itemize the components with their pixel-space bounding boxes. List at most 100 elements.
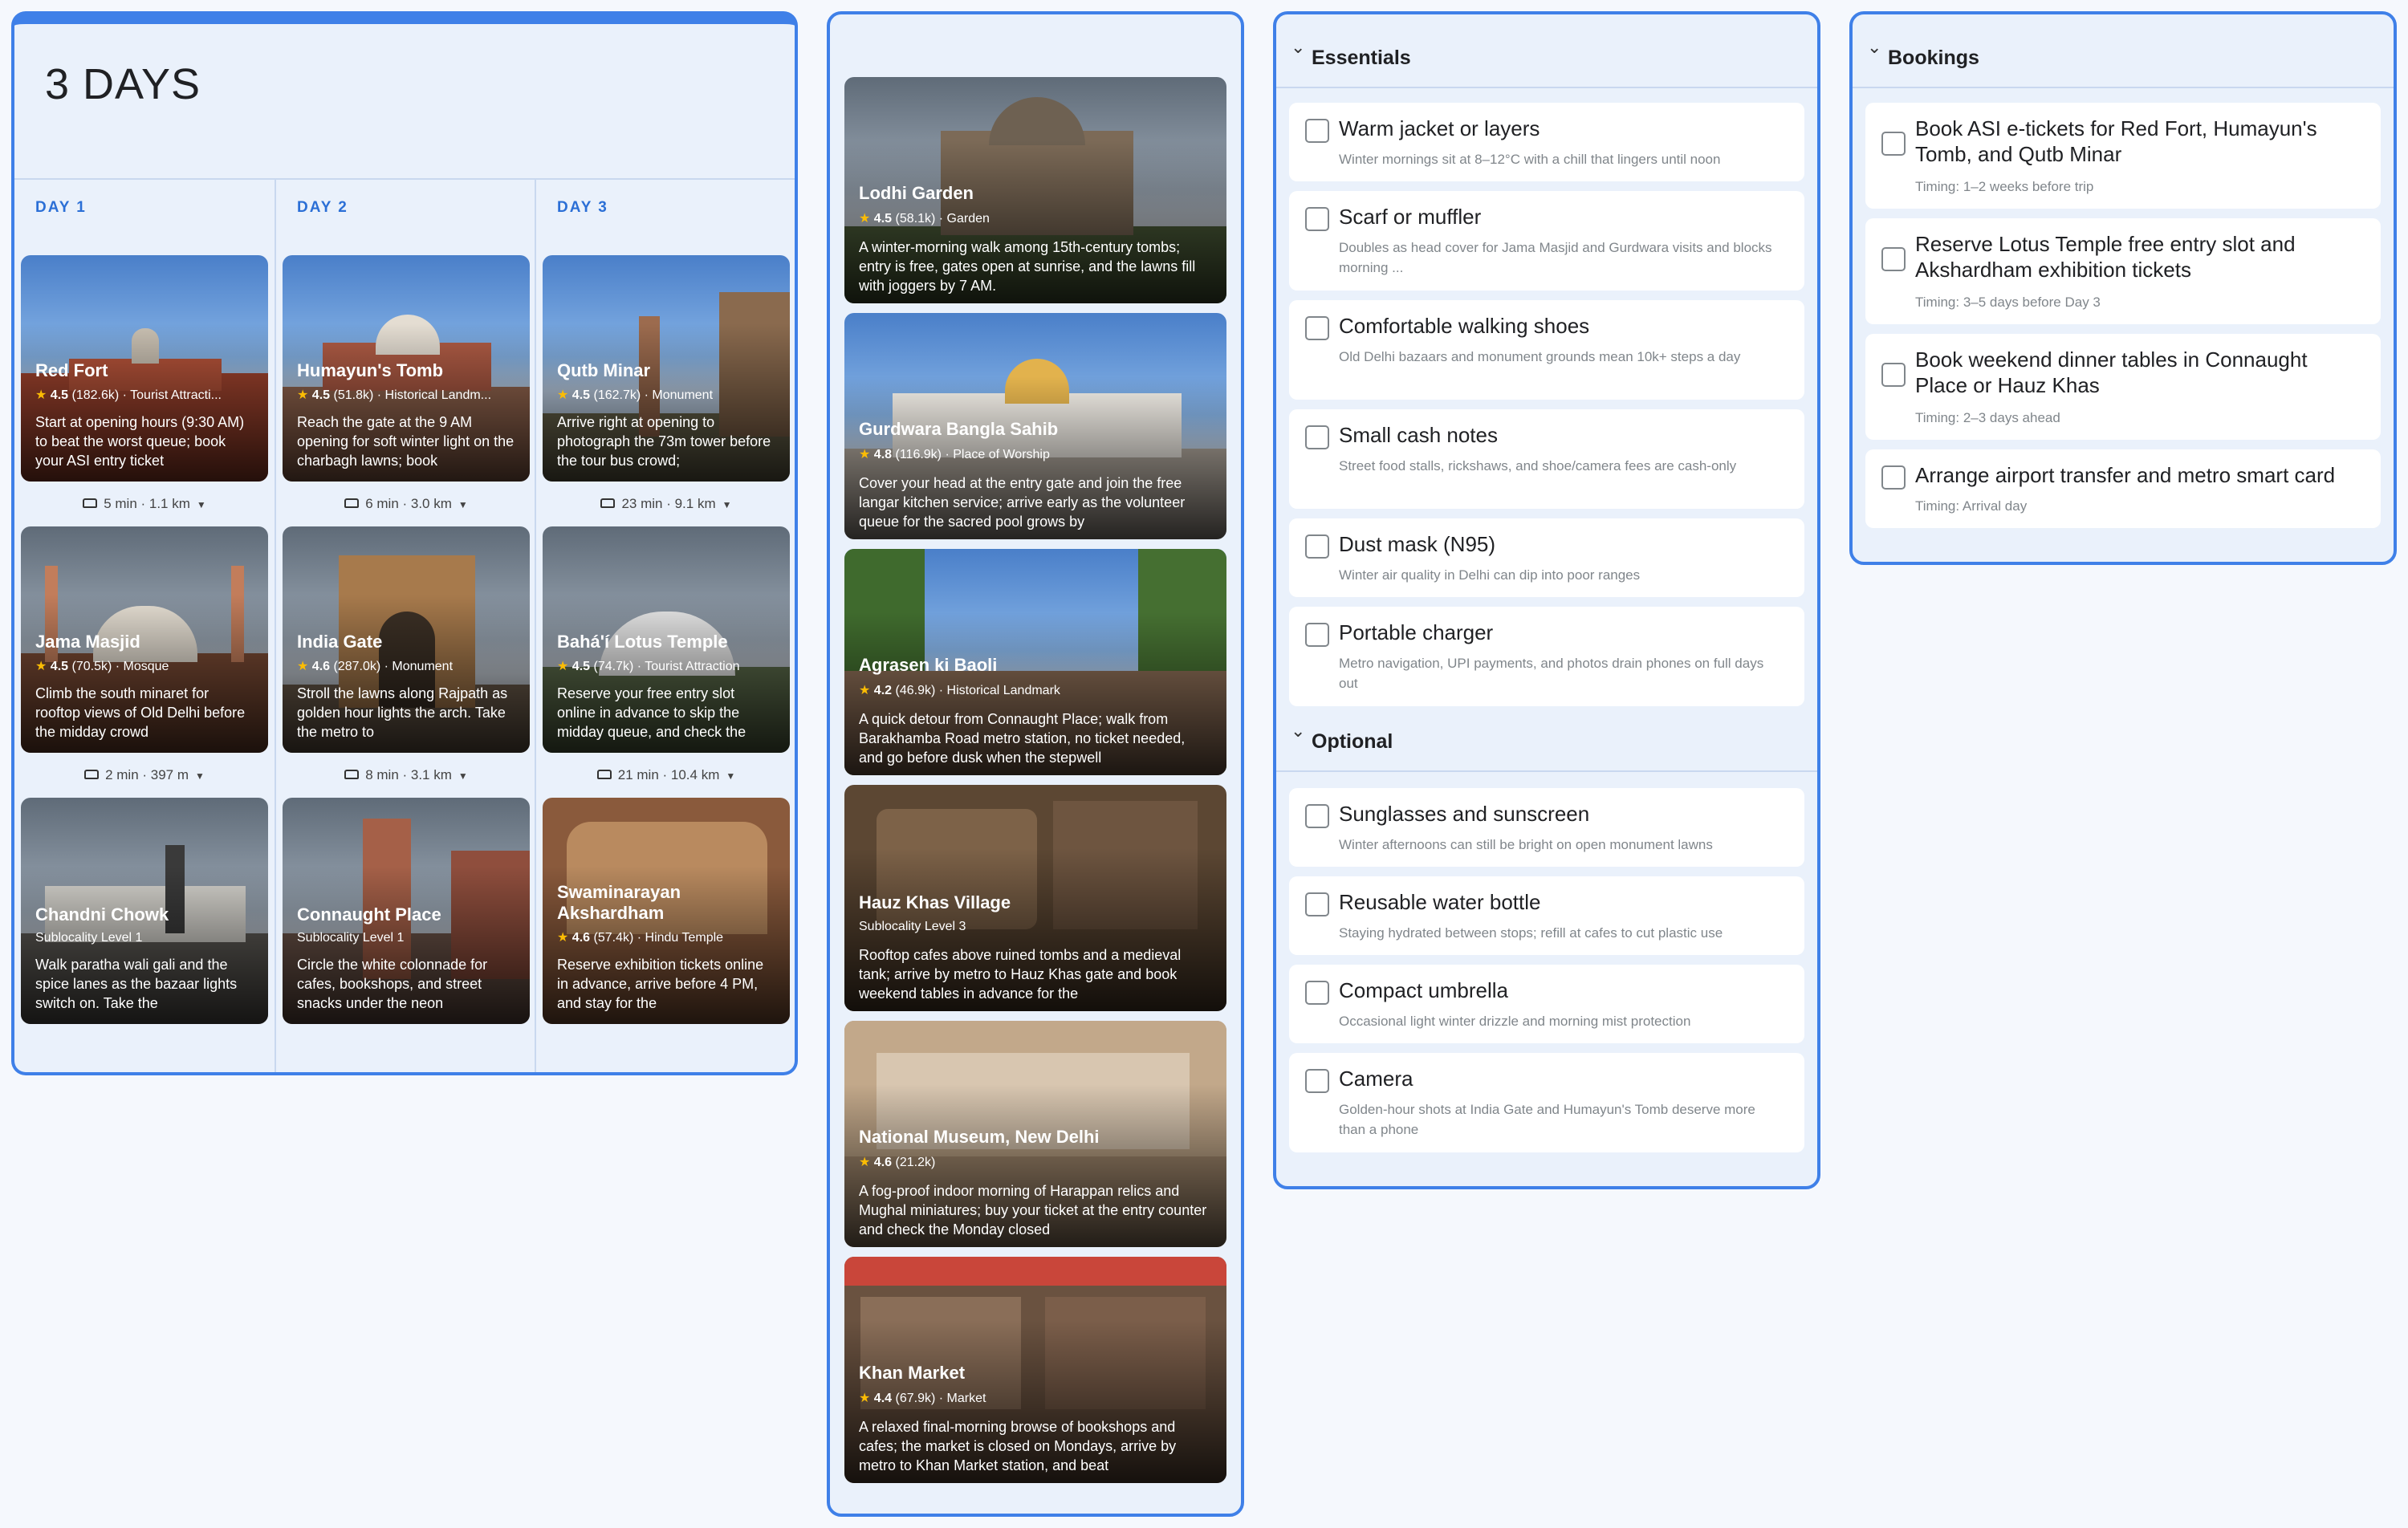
car-icon bbox=[344, 498, 360, 508]
booking-item[interactable]: Book weekend dinner tables in Connaught … bbox=[1865, 334, 2381, 440]
place-description: Stroll the lawns along Rajpath as golden… bbox=[297, 685, 508, 740]
checkbox-icon[interactable] bbox=[1305, 316, 1329, 340]
place-description: Reserve exhibition tickets online in adv… bbox=[557, 957, 764, 1011]
place-meta: ★ 4.6 (21.2k) bbox=[859, 1156, 936, 1169]
place-name: Qutb Minar bbox=[557, 360, 651, 380]
checklist-item[interactable]: Reusable water bottle Staying hydrated b… bbox=[1289, 876, 1804, 955]
place-description: Cover your head at the entry gate and jo… bbox=[859, 475, 1186, 530]
star-icon: ★ bbox=[35, 660, 47, 673]
place-meta: ★ 4.5 (162.7k) · Monument bbox=[557, 388, 714, 402]
booking-item[interactable]: Arrange airport transfer and metro smart… bbox=[1865, 449, 2381, 528]
place-meta: ★ 4.2 (46.9k) · Historical Landmark bbox=[859, 684, 1060, 697]
checkbox-icon[interactable] bbox=[1305, 207, 1329, 231]
travel-time[interactable]: 21 min · 10.4 km ▼ bbox=[536, 767, 795, 783]
section-header-essentials[interactable]: ⌄ Essentials bbox=[1276, 14, 1817, 88]
place-name: Gurdwara Bangla Sahib bbox=[859, 419, 1059, 439]
place-card-red-fort[interactable]: Red Fort ★ 4.5 (182.6k) · Tourist Attrac… bbox=[21, 255, 268, 482]
travel-time[interactable]: 6 min · 3.0 km ▼ bbox=[276, 496, 536, 512]
place-meta: ★ 4.5 (74.7k) · Tourist Attraction bbox=[557, 660, 740, 673]
section-header-bookings[interactable]: ⌄ Bookings bbox=[1853, 14, 2394, 88]
car-icon bbox=[344, 769, 360, 779]
checklist-item[interactable]: Comfortable walking shoes Old Delhi baza… bbox=[1289, 300, 1804, 400]
place-name: Red Fort bbox=[35, 360, 108, 380]
star-icon: ★ bbox=[557, 660, 569, 673]
packing-list-panel: ⌄ Essentials Warm jacket or layers Winte… bbox=[1273, 11, 1820, 1189]
place-meta: Sublocality Level 1 bbox=[35, 931, 143, 945]
chevron-down-icon: ▼ bbox=[458, 770, 468, 782]
checklist-item[interactable]: Warm jacket or layers Winter mornings si… bbox=[1289, 103, 1804, 181]
checkbox-icon[interactable] bbox=[1305, 534, 1329, 559]
place-description: Reach the gate at the 9 AM opening for s… bbox=[297, 414, 515, 469]
checkbox-icon[interactable] bbox=[1881, 363, 1906, 387]
place-card-national-museum[interactable]: National Museum, New Delhi ★ 4.6 (21.2k)… bbox=[844, 1021, 1226, 1247]
place-card-jama-masjid[interactable]: Jama Masjid ★ 4.5 (70.5k) · Mosque Climb… bbox=[21, 526, 268, 753]
place-description: Reserve your free entry slot online in a… bbox=[557, 685, 746, 740]
travel-time[interactable]: 5 min · 1.1 km ▼ bbox=[14, 496, 275, 512]
checkbox-icon[interactable] bbox=[1881, 132, 1906, 156]
checklist-item[interactable]: Dust mask (N95) Winter air quality in De… bbox=[1289, 518, 1804, 597]
place-name: Connaught Place bbox=[297, 904, 441, 925]
section-header-optional[interactable]: ⌄ Optional bbox=[1276, 698, 1817, 772]
place-description: A fog-proof indoor morning of Harappan r… bbox=[859, 1183, 1207, 1237]
booking-item[interactable]: Book ASI e-tickets for Red Fort, Humayun… bbox=[1865, 103, 2381, 209]
place-card-akshardham[interactable]: Swaminarayan Akshardham ★ 4.6 (57.4k) · … bbox=[543, 798, 790, 1024]
place-card-chandni-chowk[interactable]: Chandni Chowk Sublocality Level 1 Walk p… bbox=[21, 798, 268, 1024]
place-description: A quick detour from Connaught Place; wal… bbox=[859, 711, 1186, 766]
checklist-item[interactable]: Compact umbrella Occasional light winter… bbox=[1289, 965, 1804, 1043]
place-name: Swaminarayan Akshardham bbox=[557, 882, 681, 923]
place-description: Climb the south minaret for rooftop view… bbox=[35, 685, 246, 740]
booking-item[interactable]: Reserve Lotus Temple free entry slot and… bbox=[1865, 218, 2381, 324]
place-description: A relaxed final-morning browse of booksh… bbox=[859, 1419, 1177, 1473]
chevron-down-icon: ▼ bbox=[726, 770, 736, 782]
checkbox-icon[interactable] bbox=[1305, 892, 1329, 916]
travel-time[interactable]: 8 min · 3.1 km ▼ bbox=[276, 767, 536, 783]
checklist-item[interactable]: Small cash notes Street food stalls, ric… bbox=[1289, 409, 1804, 509]
place-card-lotus-temple[interactable]: Bahá'í Lotus Temple ★ 4.5 (74.7k) · Tour… bbox=[543, 526, 790, 753]
place-meta: ★ 4.5 (182.6k) · Tourist Attracti... bbox=[35, 388, 222, 402]
car-icon bbox=[83, 498, 98, 508]
place-card-khan-market[interactable]: Khan Market ★ 4.4 (67.9k) · Market A rel… bbox=[844, 1257, 1226, 1483]
place-card-humayuns-tomb[interactable]: Humayun's Tomb ★ 4.5 (51.8k) · Historica… bbox=[283, 255, 530, 482]
day-label: DAY 1 bbox=[35, 199, 87, 216]
checkbox-icon[interactable] bbox=[1305, 981, 1329, 1005]
place-card-connaught-place[interactable]: Connaught Place Sublocality Level 1 Circ… bbox=[283, 798, 530, 1024]
travel-time[interactable]: 23 min · 9.1 km ▼ bbox=[536, 496, 795, 512]
place-meta: ★ 4.4 (67.9k) · Market bbox=[859, 1392, 986, 1405]
place-description: Rooftop cafes above ruined tombs and a m… bbox=[859, 947, 1182, 1002]
place-description: Circle the white colonnade for cafes, bo… bbox=[297, 957, 488, 1011]
travel-time[interactable]: 2 min · 397 m ▼ bbox=[14, 767, 275, 783]
place-description: Arrive right at opening to photograph th… bbox=[557, 414, 771, 469]
chevron-down-icon: ▼ bbox=[195, 770, 205, 782]
place-name: National Museum, New Delhi bbox=[859, 1127, 1100, 1147]
checklist-item[interactable]: Scarf or muffler Doubles as head cover f… bbox=[1289, 191, 1804, 291]
day-label: DAY 2 bbox=[297, 199, 348, 216]
place-card-hauz-khas-village[interactable]: Hauz Khas Village Sublocality Level 3 Ro… bbox=[844, 785, 1226, 1011]
checkbox-icon[interactable] bbox=[1881, 465, 1906, 490]
place-name: Jama Masjid bbox=[35, 631, 140, 652]
star-icon: ★ bbox=[859, 684, 871, 697]
checkbox-icon[interactable] bbox=[1881, 247, 1906, 271]
place-card-gurdwara-bangla-sahib[interactable]: Gurdwara Bangla Sahib ★ 4.8 (116.9k) · P… bbox=[844, 313, 1226, 539]
place-card-agrasen-ki-baoli[interactable]: Agrasen ki Baoli ★ 4.2 (46.9k) · Histori… bbox=[844, 549, 1226, 775]
place-description: Start at opening hours (9:30 AM) to beat… bbox=[35, 414, 245, 469]
day-label: DAY 3 bbox=[557, 199, 608, 216]
checkbox-icon[interactable] bbox=[1305, 1069, 1329, 1093]
chevron-down-icon: ⌄ bbox=[1291, 721, 1306, 741]
place-meta: ★ 4.5 (51.8k) · Historical Landm... bbox=[297, 388, 492, 402]
checklist-item[interactable]: Camera Golden-hour shots at India Gate a… bbox=[1289, 1053, 1804, 1152]
place-card-qutb-minar[interactable]: Qutb Minar ★ 4.5 (162.7k) · Monument Arr… bbox=[543, 255, 790, 482]
star-icon: ★ bbox=[557, 388, 569, 402]
place-card-lodhi-garden[interactable]: Lodhi Garden ★ 4.5 (58.1k) · Garden A wi… bbox=[844, 77, 1226, 303]
checkbox-icon[interactable] bbox=[1305, 119, 1329, 143]
checklist-item[interactable]: Portable charger Metro navigation, UPI p… bbox=[1289, 607, 1804, 706]
checkbox-icon[interactable] bbox=[1305, 804, 1329, 828]
checkbox-icon[interactable] bbox=[1305, 425, 1329, 449]
place-meta: Sublocality Level 1 bbox=[297, 931, 405, 945]
star-icon: ★ bbox=[557, 931, 569, 945]
checkbox-icon[interactable] bbox=[1305, 623, 1329, 647]
place-card-india-gate[interactable]: India Gate ★ 4.6 (287.0k) · Monument Str… bbox=[283, 526, 530, 753]
checklist-item[interactable]: Sunglasses and sunscreen Winter afternoo… bbox=[1289, 788, 1804, 867]
place-name: Agrasen ki Baoli bbox=[859, 655, 998, 675]
chevron-down-icon: ▼ bbox=[722, 499, 732, 510]
day-column-2: DAY 2 Humayun's Tomb ★ 4.5 (51.8k) · His… bbox=[275, 180, 535, 1072]
